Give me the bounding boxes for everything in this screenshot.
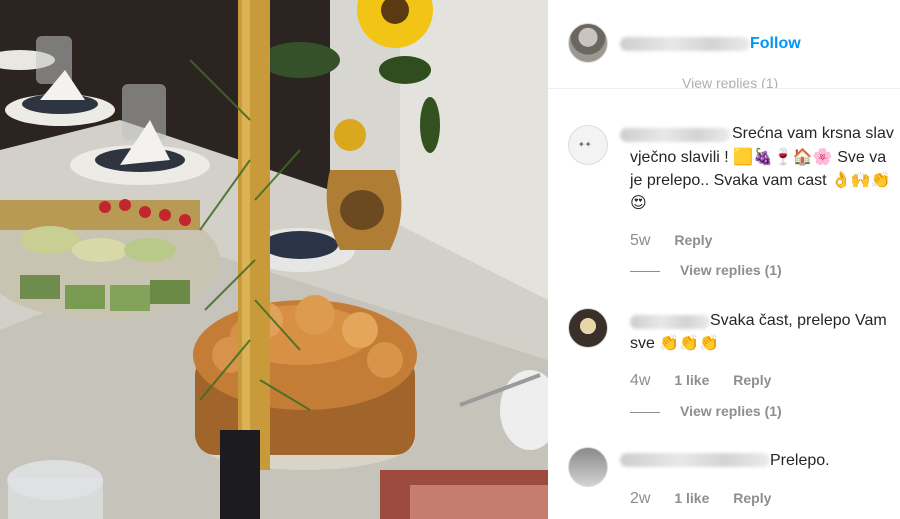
comment-timestamp[interactable]: 2w xyxy=(630,490,650,507)
comment-meta: 5w Reply xyxy=(630,232,712,250)
comment-timestamp[interactable]: 4w xyxy=(630,372,650,389)
commenter-avatar[interactable] xyxy=(568,308,608,348)
like-count[interactable]: 1 like xyxy=(674,490,709,506)
comment-timestamp[interactable]: 5w xyxy=(630,232,650,249)
blurred-username[interactable] xyxy=(630,315,710,329)
scrolled-view-replies[interactable]: View replies (1) xyxy=(682,78,778,88)
comment-line: Srećna vam krsna slav xyxy=(732,125,894,142)
author-avatar[interactable] xyxy=(568,23,608,63)
commenter-avatar[interactable] xyxy=(568,447,608,487)
blurred-username[interactable] xyxy=(620,128,730,142)
comment-meta: 2w 1 like Reply xyxy=(630,490,771,508)
view-replies-label: View replies (1) xyxy=(680,403,782,419)
reply-button[interactable]: Reply xyxy=(733,490,771,506)
blurred-username[interactable] xyxy=(620,453,770,467)
comment-text: 😍 xyxy=(630,192,647,215)
divider-line xyxy=(630,270,660,272)
post-video-frame[interactable] xyxy=(0,0,548,519)
comment-line: Svaka čast, prelepo Vam xyxy=(710,312,887,329)
comment-line: vječno slavili ! 🟨🍇🍷🏠🌸 Sve va xyxy=(630,149,887,166)
reply-button[interactable]: Reply xyxy=(674,232,712,248)
like-count[interactable]: 1 like xyxy=(674,372,709,388)
follow-button[interactable]: Follow xyxy=(750,35,801,53)
comment-line: 😍 xyxy=(630,195,647,212)
comment-text: je prelepo.. Svaka vam cast 👌🙌👏 xyxy=(630,169,891,192)
view-replies-button[interactable]: View replies (1) xyxy=(630,403,782,419)
view-replies-button[interactable]: View replies (1) xyxy=(630,262,782,278)
comment-text: Svaka čast, prelepo Vam xyxy=(710,309,887,332)
comment-text: Srećna vam krsna slav xyxy=(732,122,894,145)
view-replies-label: View replies (1) xyxy=(680,262,782,278)
blurred-username[interactable] xyxy=(620,37,750,51)
commenter-avatar[interactable]: ✦✦ xyxy=(568,125,608,165)
comment-text: sve 👏👏👏 xyxy=(630,332,719,355)
comment-line: je prelepo.. Svaka vam cast 👌🙌👏 xyxy=(630,172,891,189)
comment-text: vječno slavili ! 🟨🍇🍷🏠🌸 Sve va xyxy=(630,146,886,169)
divider-line xyxy=(630,411,660,413)
comment-line: sve 👏👏👏 xyxy=(630,335,720,352)
comments-panel: Follow View replies (1) ✦✦ Srećna vam kr… xyxy=(548,0,900,519)
comment-line: Prelepo. xyxy=(770,452,830,469)
comment-meta: 4w 1 like Reply xyxy=(630,372,771,390)
comment-text: Prelepo. xyxy=(770,449,830,472)
post-header: Follow View replies (1) xyxy=(548,0,900,89)
table-scene-illustration xyxy=(0,0,548,519)
reply-button[interactable]: Reply xyxy=(733,372,771,388)
